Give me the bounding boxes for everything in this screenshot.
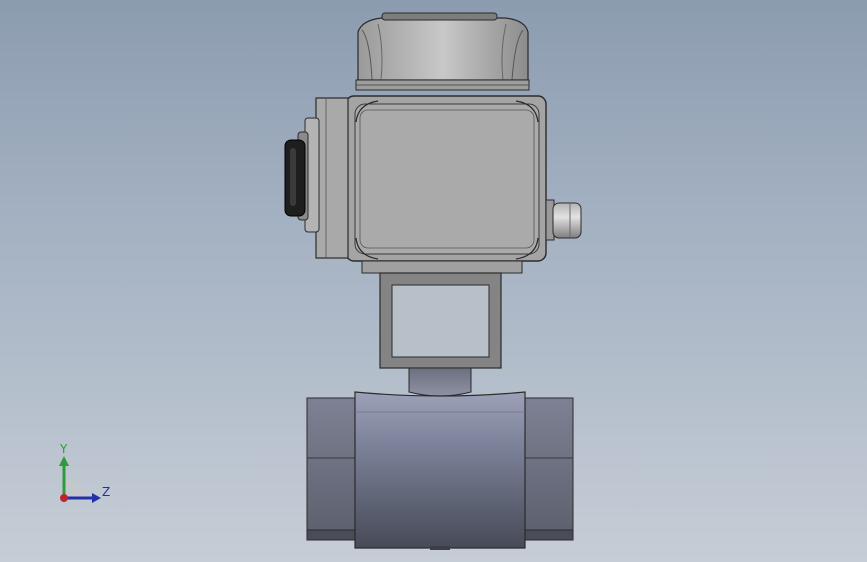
ball-valve-body[interactable] (306, 391, 574, 550)
valve-stem[interactable] (408, 367, 472, 397)
cable-gland-plug[interactable] (545, 199, 582, 241)
side-handwheel-cap[interactable] (284, 97, 349, 259)
triad-axes-graphic (59, 456, 101, 503)
valve-assembly-model[interactable] (0, 0, 867, 562)
coordinate-triad: Y Z (48, 440, 118, 510)
z-axis-label: Z (102, 485, 111, 499)
graphics-viewport[interactable]: Y Z (0, 0, 867, 562)
actuator-top-cover[interactable] (355, 12, 530, 91)
mounting-bracket[interactable] (379, 272, 502, 369)
actuator-housing[interactable] (345, 95, 547, 274)
y-axis-label: Y (60, 442, 68, 456)
